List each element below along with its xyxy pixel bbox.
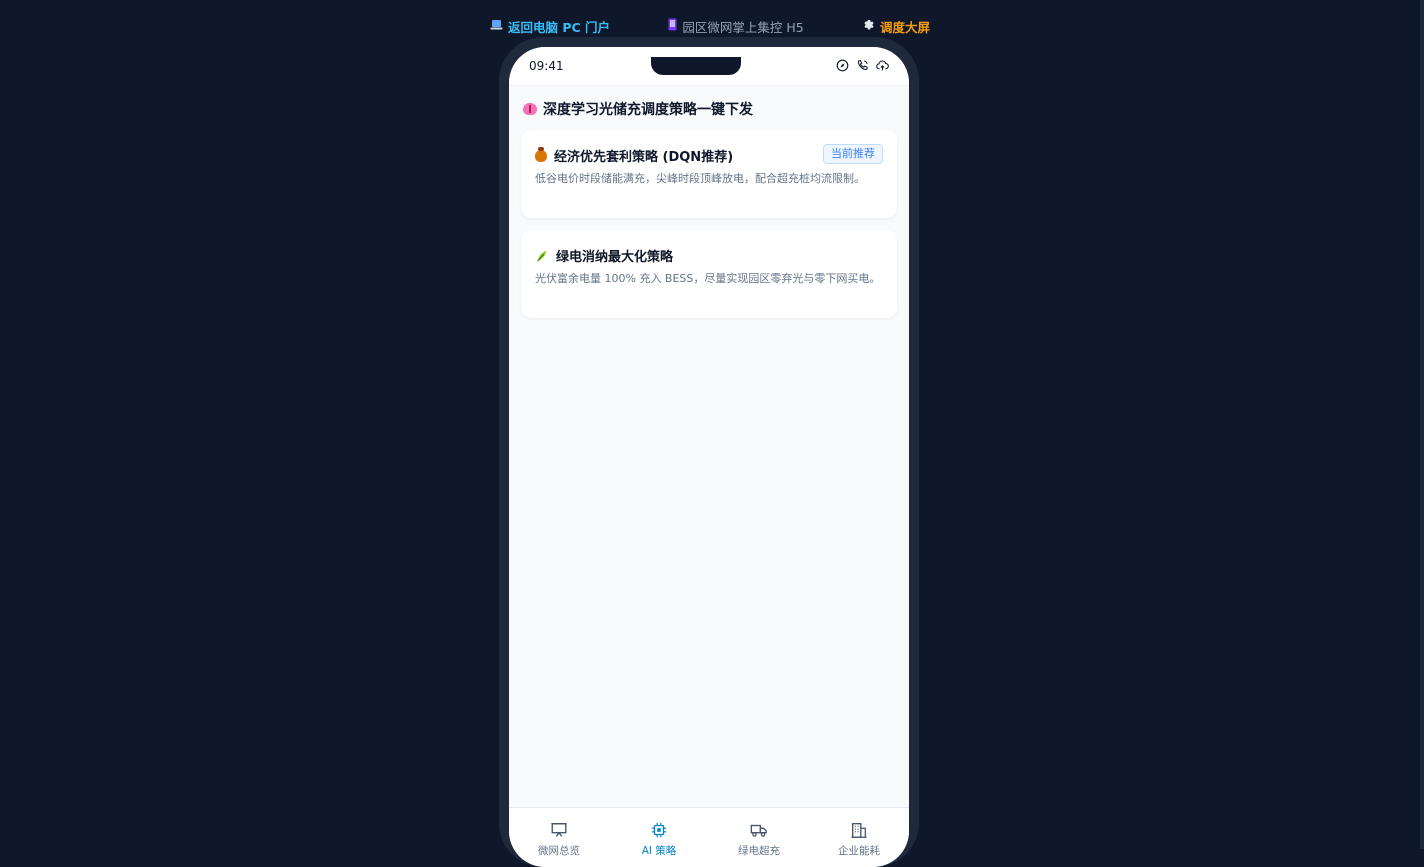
herb-icon [535, 249, 549, 263]
brain-icon [523, 103, 537, 115]
section-title-text: 深度学习光储充调度策略一键下发 [543, 102, 753, 118]
phone-icon [856, 59, 869, 72]
status-time: 09:41 [529, 59, 564, 73]
status-bar: 09:41 [509, 47, 909, 86]
compass-icon [836, 59, 849, 72]
money-bag-icon [535, 146, 547, 162]
top-link-bar: 返回电脑 PC 门户 园区微网掌上集控 H5 调度大屏 [490, 16, 930, 36]
tab-label: AI 策略 [641, 845, 677, 857]
tab-label: 微网总览 [538, 845, 580, 857]
strategy-title: 经济优先套利策略 (DQN推荐) [554, 150, 734, 165]
truck-icon [750, 821, 768, 839]
mobile-phone-icon [668, 18, 677, 34]
cpu-chip-icon [650, 821, 668, 839]
strategy-card-green[interactable]: 绿电消纳最大化策略 光伏富余电量 100% 充入 BESS，尽量实现园区零弃光与… [521, 230, 897, 318]
phone-screen: 09:41 深度学习光储充调度策略一键下发 经济优先套利策略 (DQN推荐) 当… [509, 47, 909, 867]
status-icons [836, 59, 889, 72]
cloud-upload-icon [876, 59, 889, 72]
h5-title-label: 园区微网掌上集控 H5 [682, 19, 804, 35]
strategy-description: 低谷电价时段储能满充，尖峰时段顶峰放电，配合超充桩均流限制。 [535, 172, 865, 185]
section-title: 深度学习光储充调度策略一键下发 [523, 99, 753, 119]
tab-label: 企业能耗 [838, 845, 880, 857]
strategy-description: 光伏富余电量 100% 充入 BESS，尽量实现园区零弃光与零下网买电。 [535, 272, 881, 285]
gear-icon [862, 18, 875, 34]
tab-overview[interactable]: 微网总览 [509, 808, 609, 867]
strategy-card-header: 绿电消纳最大化策略 [535, 246, 673, 265]
h5-title-link[interactable]: 园区微网掌上集控 H5 [668, 17, 804, 36]
back-to-pc-portal-link[interactable]: 返回电脑 PC 门户 [490, 17, 610, 36]
page-scrollbar[interactable] [1420, 0, 1424, 849]
tab-label: 绿电超充 [738, 845, 780, 857]
tab-ai-strategy[interactable]: AI 策略 [609, 808, 709, 867]
laptop-icon [490, 19, 503, 34]
strategy-title: 绿电消纳最大化策略 [556, 250, 674, 265]
recommended-badge: 当前推荐 [823, 144, 883, 164]
presentation-icon [550, 821, 568, 839]
tab-enterprise-energy[interactable]: 企业能耗 [809, 808, 909, 867]
strategy-card-economic[interactable]: 经济优先套利策略 (DQN推荐) 当前推荐 低谷电价时段储能满充，尖峰时段顶峰放… [521, 130, 897, 218]
dispatch-screen-label: 调度大屏 [879, 19, 930, 35]
phone-notch [651, 57, 741, 75]
bottom-tab-bar: 微网总览 AI 策略 绿电超充 企业能耗 [509, 807, 909, 867]
tab-green-charging[interactable]: 绿电超充 [709, 808, 809, 867]
building-icon [850, 821, 868, 839]
back-to-pc-portal-label: 返回电脑 PC 门户 [508, 19, 611, 35]
dispatch-screen-link[interactable]: 调度大屏 [862, 17, 930, 36]
strategy-card-header: 经济优先套利策略 (DQN推荐) [535, 146, 733, 165]
